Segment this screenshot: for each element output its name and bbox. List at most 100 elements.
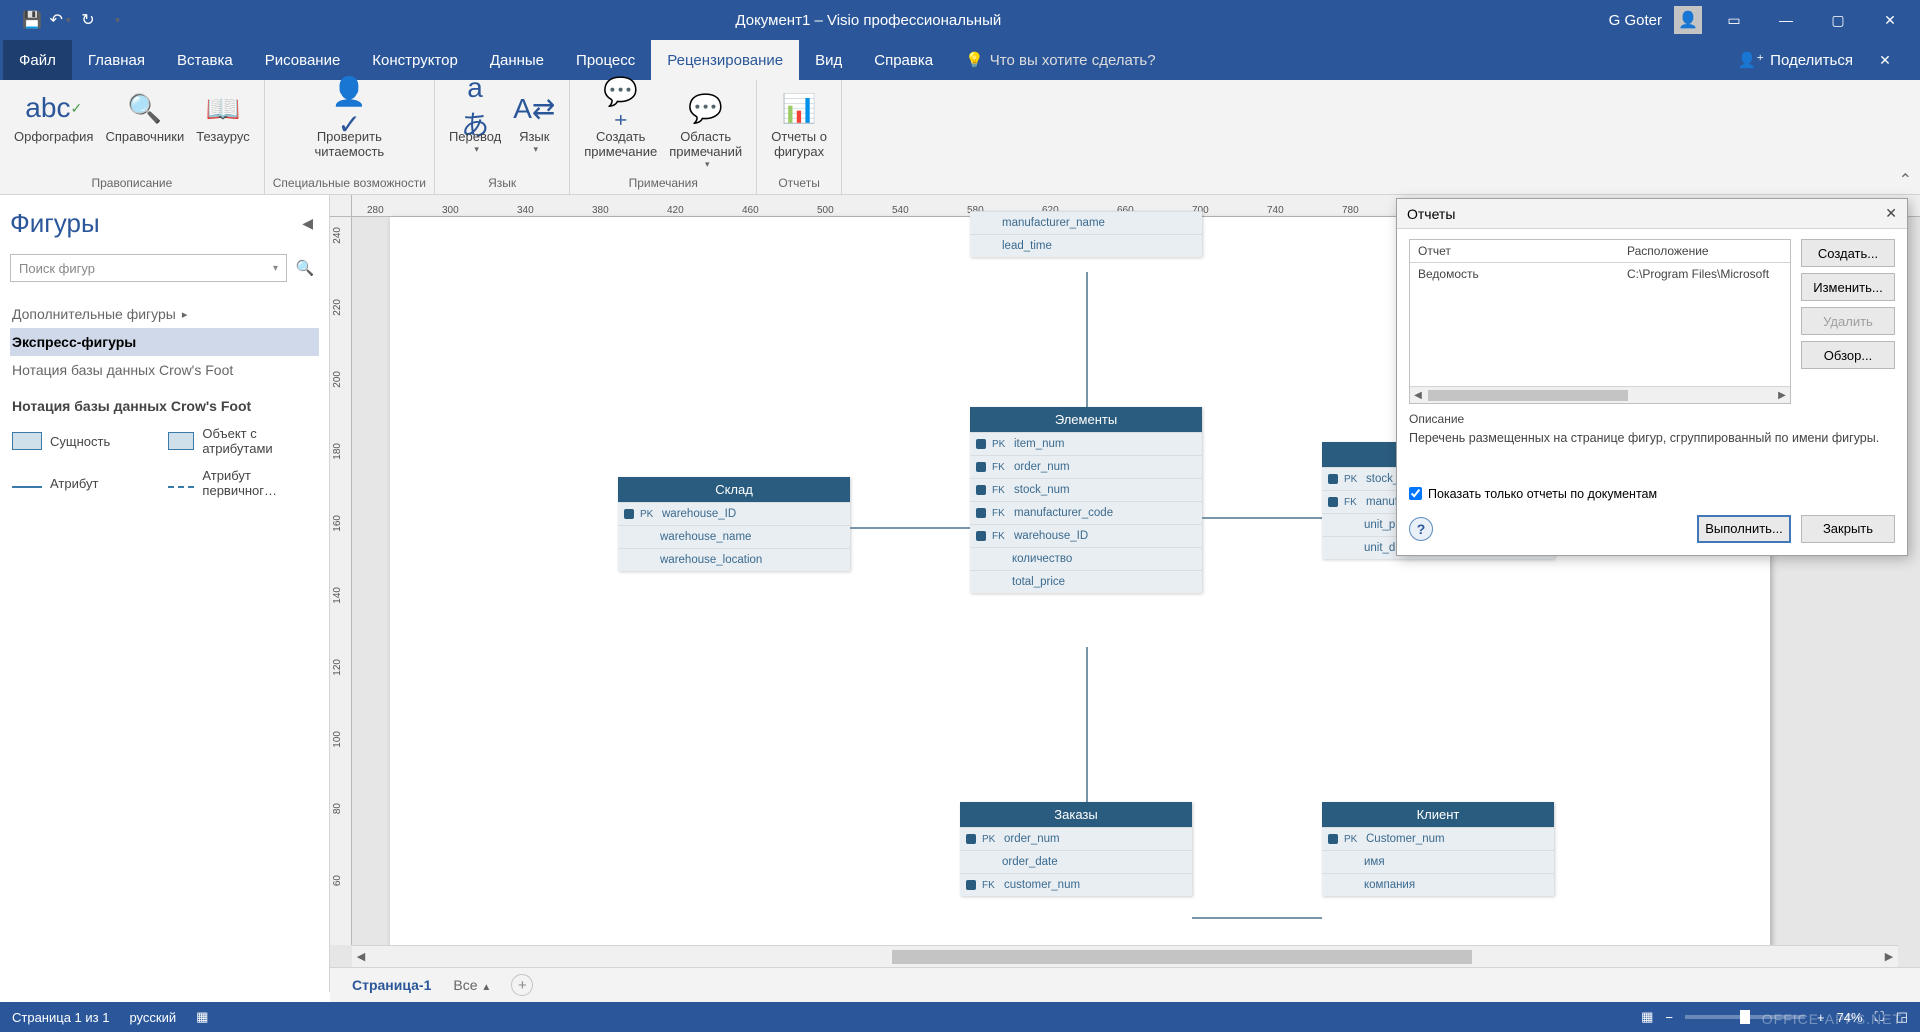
presentation-mode-icon[interactable]: ▦: [1641, 1009, 1653, 1025]
browse-button[interactable]: Обзор...: [1801, 341, 1895, 369]
spelling-button[interactable]: abc✓Орфография: [8, 85, 99, 146]
help-icon[interactable]: ?: [1409, 517, 1433, 541]
entity-field-row[interactable]: FKstock_num: [970, 478, 1202, 501]
close-icon[interactable]: ✕: [1870, 4, 1910, 36]
key-icon: [1328, 834, 1338, 844]
checkbox-input[interactable]: [1409, 487, 1422, 500]
user-avatar-icon[interactable]: 👤: [1674, 6, 1702, 34]
chevron-right-icon: ▸: [182, 308, 188, 321]
shape-pk-attr[interactable]: Атрибут первичног…: [166, 464, 316, 502]
entity-field-row[interactable]: warehouse_location: [618, 548, 850, 571]
tab-process[interactable]: Процесс: [560, 40, 651, 80]
scroll-right-icon[interactable]: ▶: [1774, 390, 1790, 401]
entity-elements[interactable]: Элементы PKitem_numFKorder_numFKstock_nu…: [970, 407, 1202, 593]
close-pane-icon[interactable]: ✕: [1865, 44, 1905, 76]
entity-field-row[interactable]: FKwarehouse_ID: [970, 524, 1202, 547]
page-tab-1[interactable]: Страница-1: [350, 971, 433, 999]
table-scrollbar[interactable]: ◀ ▶: [1410, 386, 1790, 403]
entity-field-row[interactable]: PKwarehouse_ID: [618, 502, 850, 525]
entity-manufacturer[interactable]: manufacturer_name lead_time: [970, 211, 1202, 257]
shape-entity[interactable]: Сущность: [10, 422, 160, 460]
scroll-thumb[interactable]: [1428, 390, 1628, 401]
edit-button[interactable]: Изменить...: [1801, 273, 1895, 301]
express-shapes-item[interactable]: Экспресс-фигуры: [10, 328, 319, 356]
doc-only-checkbox[interactable]: Показать только отчеты по документам: [1409, 487, 1895, 515]
maximize-icon[interactable]: ▢: [1818, 4, 1858, 36]
collapse-ribbon-icon[interactable]: ⌃: [1899, 170, 1912, 190]
undo-icon[interactable]: ↶▾: [48, 8, 72, 32]
user-name[interactable]: G Goter: [1609, 12, 1662, 29]
tab-file[interactable]: Файл: [3, 40, 72, 80]
entity-field-row[interactable]: FKmanufacturer_code: [970, 501, 1202, 524]
research-button[interactable]: 🔍Справочники: [99, 85, 190, 146]
col-location[interactable]: Расположение: [1619, 240, 1790, 262]
table-row[interactable]: Ведомость C:\Program Files\Microsoft: [1410, 263, 1790, 285]
scroll-thumb[interactable]: [892, 950, 1472, 964]
col-report[interactable]: Отчет: [1410, 240, 1619, 262]
minimize-icon[interactable]: —: [1766, 4, 1806, 36]
new-comment-button[interactable]: 💬⁺Создать примечание: [578, 85, 663, 161]
entity-field-row[interactable]: warehouse_name: [618, 525, 850, 548]
reports-table[interactable]: Отчет Расположение Ведомость C:\Program …: [1409, 239, 1791, 404]
shapes-section-header: Нотация базы данных Crow's Foot: [10, 384, 319, 422]
tab-help[interactable]: Справка: [858, 40, 949, 80]
page-indicator[interactable]: Страница 1 из 1: [12, 1010, 109, 1025]
entity-orders[interactable]: Заказы PKorder_numorder_dateFKcustomer_n…: [960, 802, 1192, 896]
ribbon-group-reports: 📊Отчеты о фигурах Отчеты: [757, 80, 842, 194]
shape-attr[interactable]: Атрибут: [10, 464, 160, 502]
scroll-right-icon[interactable]: ▶: [1880, 950, 1898, 963]
key-type: PK: [1344, 834, 1360, 845]
qat-dropdown-icon[interactable]: ▾: [104, 8, 128, 32]
tab-review[interactable]: Рецензирование: [651, 40, 799, 80]
entity-sklad[interactable]: Склад PKwarehouse_IDwarehouse_namewareho…: [618, 477, 850, 571]
entity-field-row[interactable]: имя: [1322, 850, 1554, 873]
tab-home[interactable]: Главная: [72, 40, 161, 80]
zoom-out-icon[interactable]: −: [1665, 1010, 1673, 1025]
tab-insert[interactable]: Вставка: [161, 40, 249, 80]
redo-icon[interactable]: ↻: [76, 8, 100, 32]
dialog-close-icon[interactable]: ✕: [1885, 205, 1897, 222]
entity-field-row[interactable]: FKcustomer_num: [960, 873, 1192, 896]
scroll-left-icon[interactable]: ◀: [352, 950, 370, 963]
share-button[interactable]: 👤⁺ Поделиться: [1738, 51, 1853, 69]
translate-button[interactable]: aあПеревод▾: [443, 85, 507, 157]
entity-field-row[interactable]: количество: [970, 547, 1202, 570]
readability-button[interactable]: 👤✓Проверить читаемость: [308, 85, 390, 161]
create-button[interactable]: Создать...: [1801, 239, 1895, 267]
ribbon-mode-icon[interactable]: ▭: [1714, 4, 1754, 36]
scroll-left-icon[interactable]: ◀: [1410, 390, 1426, 401]
save-icon[interactable]: 💾: [20, 8, 44, 32]
language-indicator[interactable]: русский: [129, 1010, 176, 1025]
entity-field-row[interactable]: total_price: [970, 570, 1202, 593]
entity-client[interactable]: Клиент PKCustomer_numимякомпания: [1322, 802, 1554, 896]
crowsfoot-item[interactable]: Нотация базы данных Crow's Foot: [10, 356, 319, 384]
macro-recorder-icon[interactable]: ▦: [196, 1009, 208, 1025]
entity-field-row[interactable]: FKorder_num: [970, 455, 1202, 478]
collapse-panel-icon[interactable]: ◀: [302, 215, 319, 232]
comment-pane-button[interactable]: 💬Область примечаний▾: [663, 85, 748, 172]
entity-field-row[interactable]: PKCustomer_num: [1322, 827, 1554, 850]
close-button[interactable]: Закрыть: [1801, 515, 1895, 543]
tell-me-search[interactable]: 💡 Что вы хотите сделать?: [949, 40, 1172, 80]
entity-field-row[interactable]: order_date: [960, 850, 1192, 873]
add-page-button[interactable]: +: [511, 974, 533, 996]
entity-field-row[interactable]: компания: [1322, 873, 1554, 896]
run-button[interactable]: Выполнить...: [1697, 515, 1791, 543]
tab-view[interactable]: Вид: [799, 40, 858, 80]
page-tab-all[interactable]: Все ▲: [453, 977, 491, 993]
entity-field-row[interactable]: PKorder_num: [960, 827, 1192, 850]
entity-field-row[interactable]: PKitem_num: [970, 432, 1202, 455]
search-button[interactable]: 🔍: [291, 254, 319, 282]
dialog-titlebar[interactable]: Отчеты ✕: [1397, 199, 1907, 229]
search-dropdown-icon[interactable]: ▾: [273, 263, 278, 274]
tab-drawing[interactable]: Рисование: [249, 40, 357, 80]
search-shapes-input[interactable]: Поиск фигур ▾: [10, 254, 287, 282]
slider-knob[interactable]: [1740, 1010, 1750, 1024]
shape-entity-attr[interactable]: Объект с атрибутами: [166, 422, 316, 460]
scrollbar-horizontal[interactable]: ◀ ▶: [352, 945, 1898, 967]
shape-reports-button[interactable]: 📊Отчеты о фигурах: [765, 85, 833, 161]
thesaurus-button[interactable]: 📖Тезаурус: [190, 85, 256, 146]
language-button[interactable]: A⇄Язык▾: [507, 85, 561, 157]
more-shapes-item[interactable]: Дополнительные фигуры▸: [10, 300, 319, 328]
delete-button[interactable]: Удалить: [1801, 307, 1895, 335]
